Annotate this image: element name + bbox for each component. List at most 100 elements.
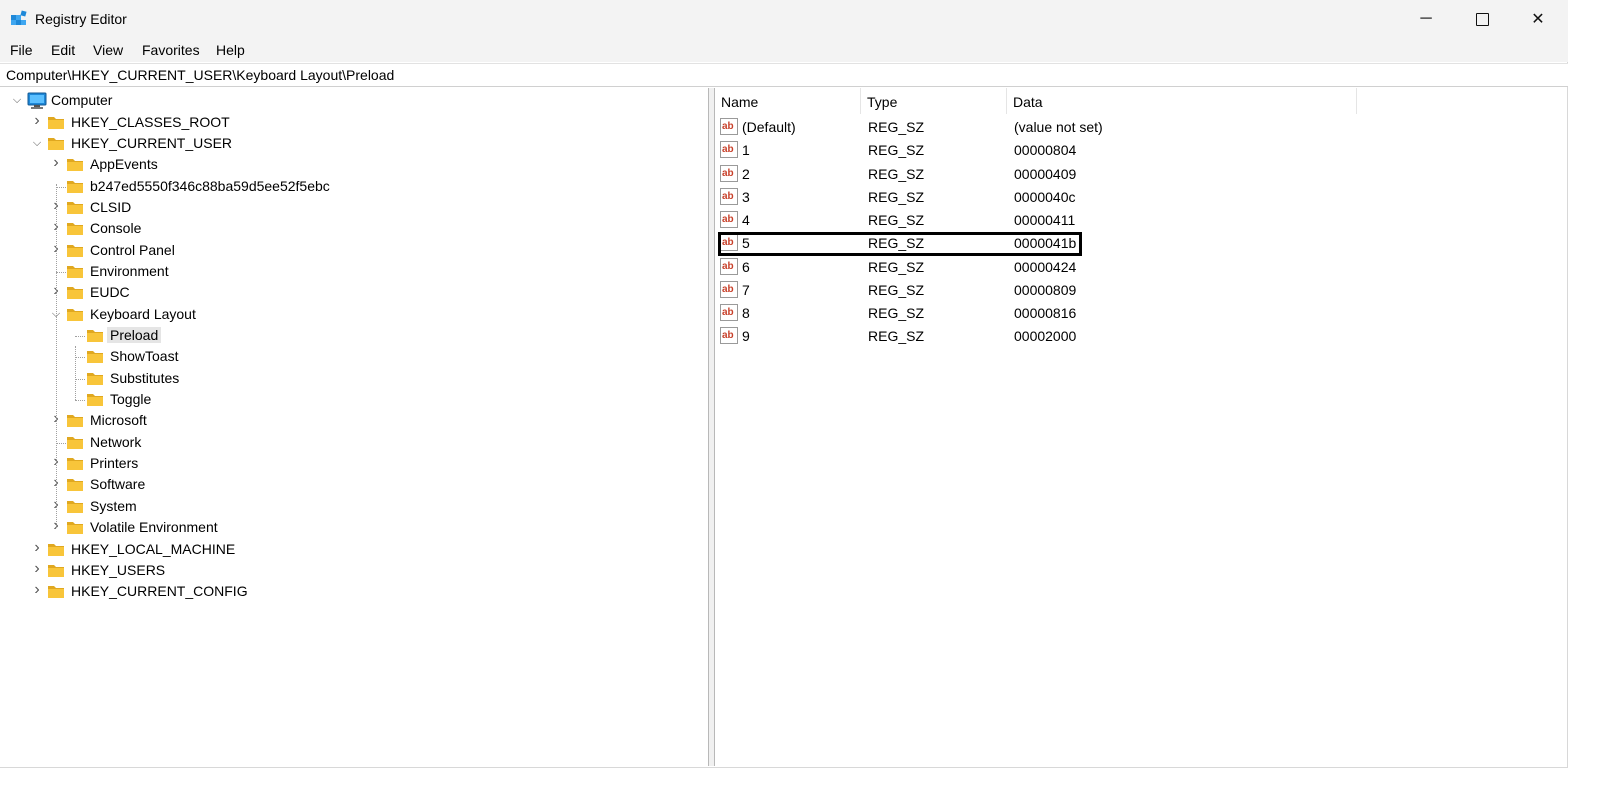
folder-icon bbox=[87, 394, 103, 406]
value-type: REG_SZ bbox=[868, 212, 925, 228]
tree-node-label: Preload bbox=[107, 327, 162, 343]
string-value-icon: ab bbox=[720, 327, 738, 344]
tree-node-label: Environment bbox=[90, 263, 169, 279]
value-row-1[interactable]: ab 1 REG_SZ 00000804 bbox=[718, 138, 1558, 161]
tree-node-appevents[interactable]: › AppEvents bbox=[1, 154, 701, 175]
value-data: 00002000 bbox=[1014, 328, 1077, 344]
computer-icon bbox=[27, 92, 47, 109]
column-header-name[interactable]: Name bbox=[715, 88, 861, 114]
chevron-right-icon[interactable]: › bbox=[31, 582, 43, 598]
menu-help[interactable]: Help bbox=[216, 42, 245, 58]
column-header-data[interactable]: Data bbox=[1007, 88, 1357, 114]
tree-node-software[interactable]: › Software bbox=[1, 474, 701, 495]
value-row-5[interactable]: ab 5 REG_SZ 0000041b bbox=[718, 231, 1558, 254]
value-type: REG_SZ bbox=[868, 305, 925, 321]
tree-node-clsid[interactable]: › CLSID bbox=[1, 197, 701, 218]
tree-node-eudc[interactable]: › EUDC bbox=[1, 282, 701, 303]
chevron-right-icon[interactable]: › bbox=[31, 540, 43, 556]
tree-node-substitutes[interactable]: Substitutes bbox=[1, 368, 701, 389]
chevron-right-icon[interactable]: › bbox=[31, 113, 43, 129]
tree-node-volatile-environment[interactable]: › Volatile Environment bbox=[1, 517, 701, 538]
value-name: 4 bbox=[742, 212, 750, 228]
value-name: 8 bbox=[742, 305, 750, 321]
value-data: 00000424 bbox=[1014, 259, 1077, 275]
folder-icon bbox=[87, 373, 103, 385]
address-bar[interactable]: Computer\HKEY_CURRENT_USER\Keyboard Layo… bbox=[0, 63, 1568, 87]
folder-icon bbox=[67, 415, 83, 427]
string-value-icon: ab bbox=[720, 188, 738, 205]
tree-node-console[interactable]: › Console bbox=[1, 218, 701, 239]
chevron-down-icon[interactable]: ⌵ bbox=[11, 93, 23, 107]
value-name: 3 bbox=[742, 189, 750, 205]
values-list[interactable]: Name Type Data ab (Default) REG_SZ (value n… bbox=[714, 88, 1567, 766]
string-value-icon: ab bbox=[720, 141, 738, 158]
tree-node-label: Toggle bbox=[110, 391, 152, 407]
close-button[interactable]: ✕ bbox=[1510, 0, 1566, 38]
folder-icon bbox=[48, 565, 64, 577]
column-header-type[interactable]: Type bbox=[861, 88, 1007, 114]
tree-node-label: ShowToast bbox=[110, 348, 179, 364]
menu-edit[interactable]: Edit bbox=[51, 42, 75, 58]
tree-node-label: HKEY_CLASSES_ROOT bbox=[71, 114, 230, 130]
tree-node-showtoast[interactable]: ShowToast bbox=[1, 346, 701, 367]
tree-node-system[interactable]: › System bbox=[1, 496, 701, 517]
tree-node-b247ed5550f346c88ba59d5ee52f5ebc[interactable]: b247ed5550f346c88ba59d5ee52f5ebc bbox=[1, 176, 701, 197]
minimize-button[interactable]: ─ bbox=[1398, 0, 1454, 38]
value-row-7[interactable]: ab 7 REG_SZ 00000809 bbox=[718, 278, 1558, 301]
value-data: (value not set) bbox=[1014, 119, 1103, 135]
tree-node-hkey-users[interactable]: › HKEY_USERS bbox=[1, 560, 701, 581]
folder-icon bbox=[87, 330, 103, 342]
tree-node-keyboard-layout[interactable]: ⌵ Keyboard Layout bbox=[1, 304, 701, 325]
value-row-3[interactable]: ab 3 REG_SZ 0000040c bbox=[718, 185, 1558, 208]
string-value-icon: ab bbox=[720, 304, 738, 321]
tree-node-preload[interactable]: Preload bbox=[1, 325, 701, 346]
value-name: 1 bbox=[742, 142, 750, 158]
tree-node-network[interactable]: Network bbox=[1, 432, 701, 453]
value-row-6[interactable]: ab 6 REG_SZ 00000424 bbox=[718, 255, 1558, 278]
chevron-right-icon[interactable]: › bbox=[50, 155, 62, 171]
folder-icon bbox=[67, 309, 83, 321]
folder-icon bbox=[48, 586, 64, 598]
tree-node-microsoft[interactable]: › Microsoft bbox=[1, 410, 701, 431]
menu-favorites[interactable]: Favorites bbox=[142, 42, 200, 58]
tree-node-control-panel[interactable]: › Control Panel bbox=[1, 240, 701, 261]
value-row-2[interactable]: ab 2 REG_SZ 00000409 bbox=[718, 162, 1558, 185]
title-bar: Registry Editor ─ ✕ bbox=[0, 0, 1568, 38]
tree-node-hkey-current-user[interactable]: ⌵ HKEY_CURRENT_USER bbox=[1, 133, 701, 154]
chevron-down-icon[interactable]: ⌵ bbox=[31, 136, 43, 150]
value-name: 2 bbox=[742, 166, 750, 182]
registry-tree[interactable]: ⌵ Computer › HKEY_CLASSES_ROOT ⌵ HKEY_CURRE… bbox=[1, 88, 709, 766]
folder-icon bbox=[67, 522, 83, 534]
maximize-button[interactable] bbox=[1454, 0, 1510, 38]
tree-node-hkey-classes-root[interactable]: › HKEY_CLASSES_ROOT bbox=[1, 112, 701, 133]
string-value-icon: ab bbox=[720, 234, 738, 251]
value-type: REG_SZ bbox=[868, 189, 925, 205]
chevron-right-icon[interactable]: › bbox=[31, 561, 43, 577]
tree-node-toggle[interactable]: Toggle bbox=[1, 389, 701, 410]
string-value-icon: ab bbox=[720, 118, 738, 135]
svg-text:ab: ab bbox=[722, 191, 734, 202]
tree-node-environment[interactable]: Environment bbox=[1, 261, 701, 282]
value-type: REG_SZ bbox=[868, 119, 925, 135]
tree-node-computer[interactable]: ⌵ Computer bbox=[1, 90, 701, 111]
value-data: 0000040c bbox=[1014, 189, 1076, 205]
folder-icon bbox=[48, 544, 64, 556]
folder-icon bbox=[67, 223, 83, 235]
value-row-default[interactable]: ab (Default) REG_SZ (value not set) bbox=[718, 115, 1558, 138]
value-type: REG_SZ bbox=[868, 282, 925, 298]
tree-node-label: Keyboard Layout bbox=[90, 306, 196, 322]
menu-file[interactable]: File bbox=[10, 42, 33, 58]
tree-node-hkey-local-machine[interactable]: › HKEY_LOCAL_MACHINE bbox=[1, 539, 701, 560]
value-row-8[interactable]: ab 8 REG_SZ 00000816 bbox=[718, 301, 1558, 324]
value-row-4[interactable]: ab 4 REG_SZ 00000411 bbox=[718, 208, 1558, 231]
folder-icon bbox=[67, 458, 83, 470]
menu-view[interactable]: View bbox=[93, 42, 123, 58]
svg-text:ab: ab bbox=[722, 121, 734, 132]
value-row-9[interactable]: ab 9 REG_SZ 00002000 bbox=[718, 324, 1558, 347]
registry-editor-window: Registry Editor ─ ✕ File Edit View Favor… bbox=[0, 0, 1568, 768]
tree-node-hkey-current-config[interactable]: › HKEY_CURRENT_CONFIG bbox=[1, 581, 701, 602]
address-path[interactable]: Computer\HKEY_CURRENT_USER\Keyboard Layo… bbox=[6, 67, 394, 83]
tree-label-computer: Computer bbox=[51, 92, 113, 108]
value-data: 00000816 bbox=[1014, 305, 1077, 321]
tree-node-printers[interactable]: › Printers bbox=[1, 453, 701, 474]
